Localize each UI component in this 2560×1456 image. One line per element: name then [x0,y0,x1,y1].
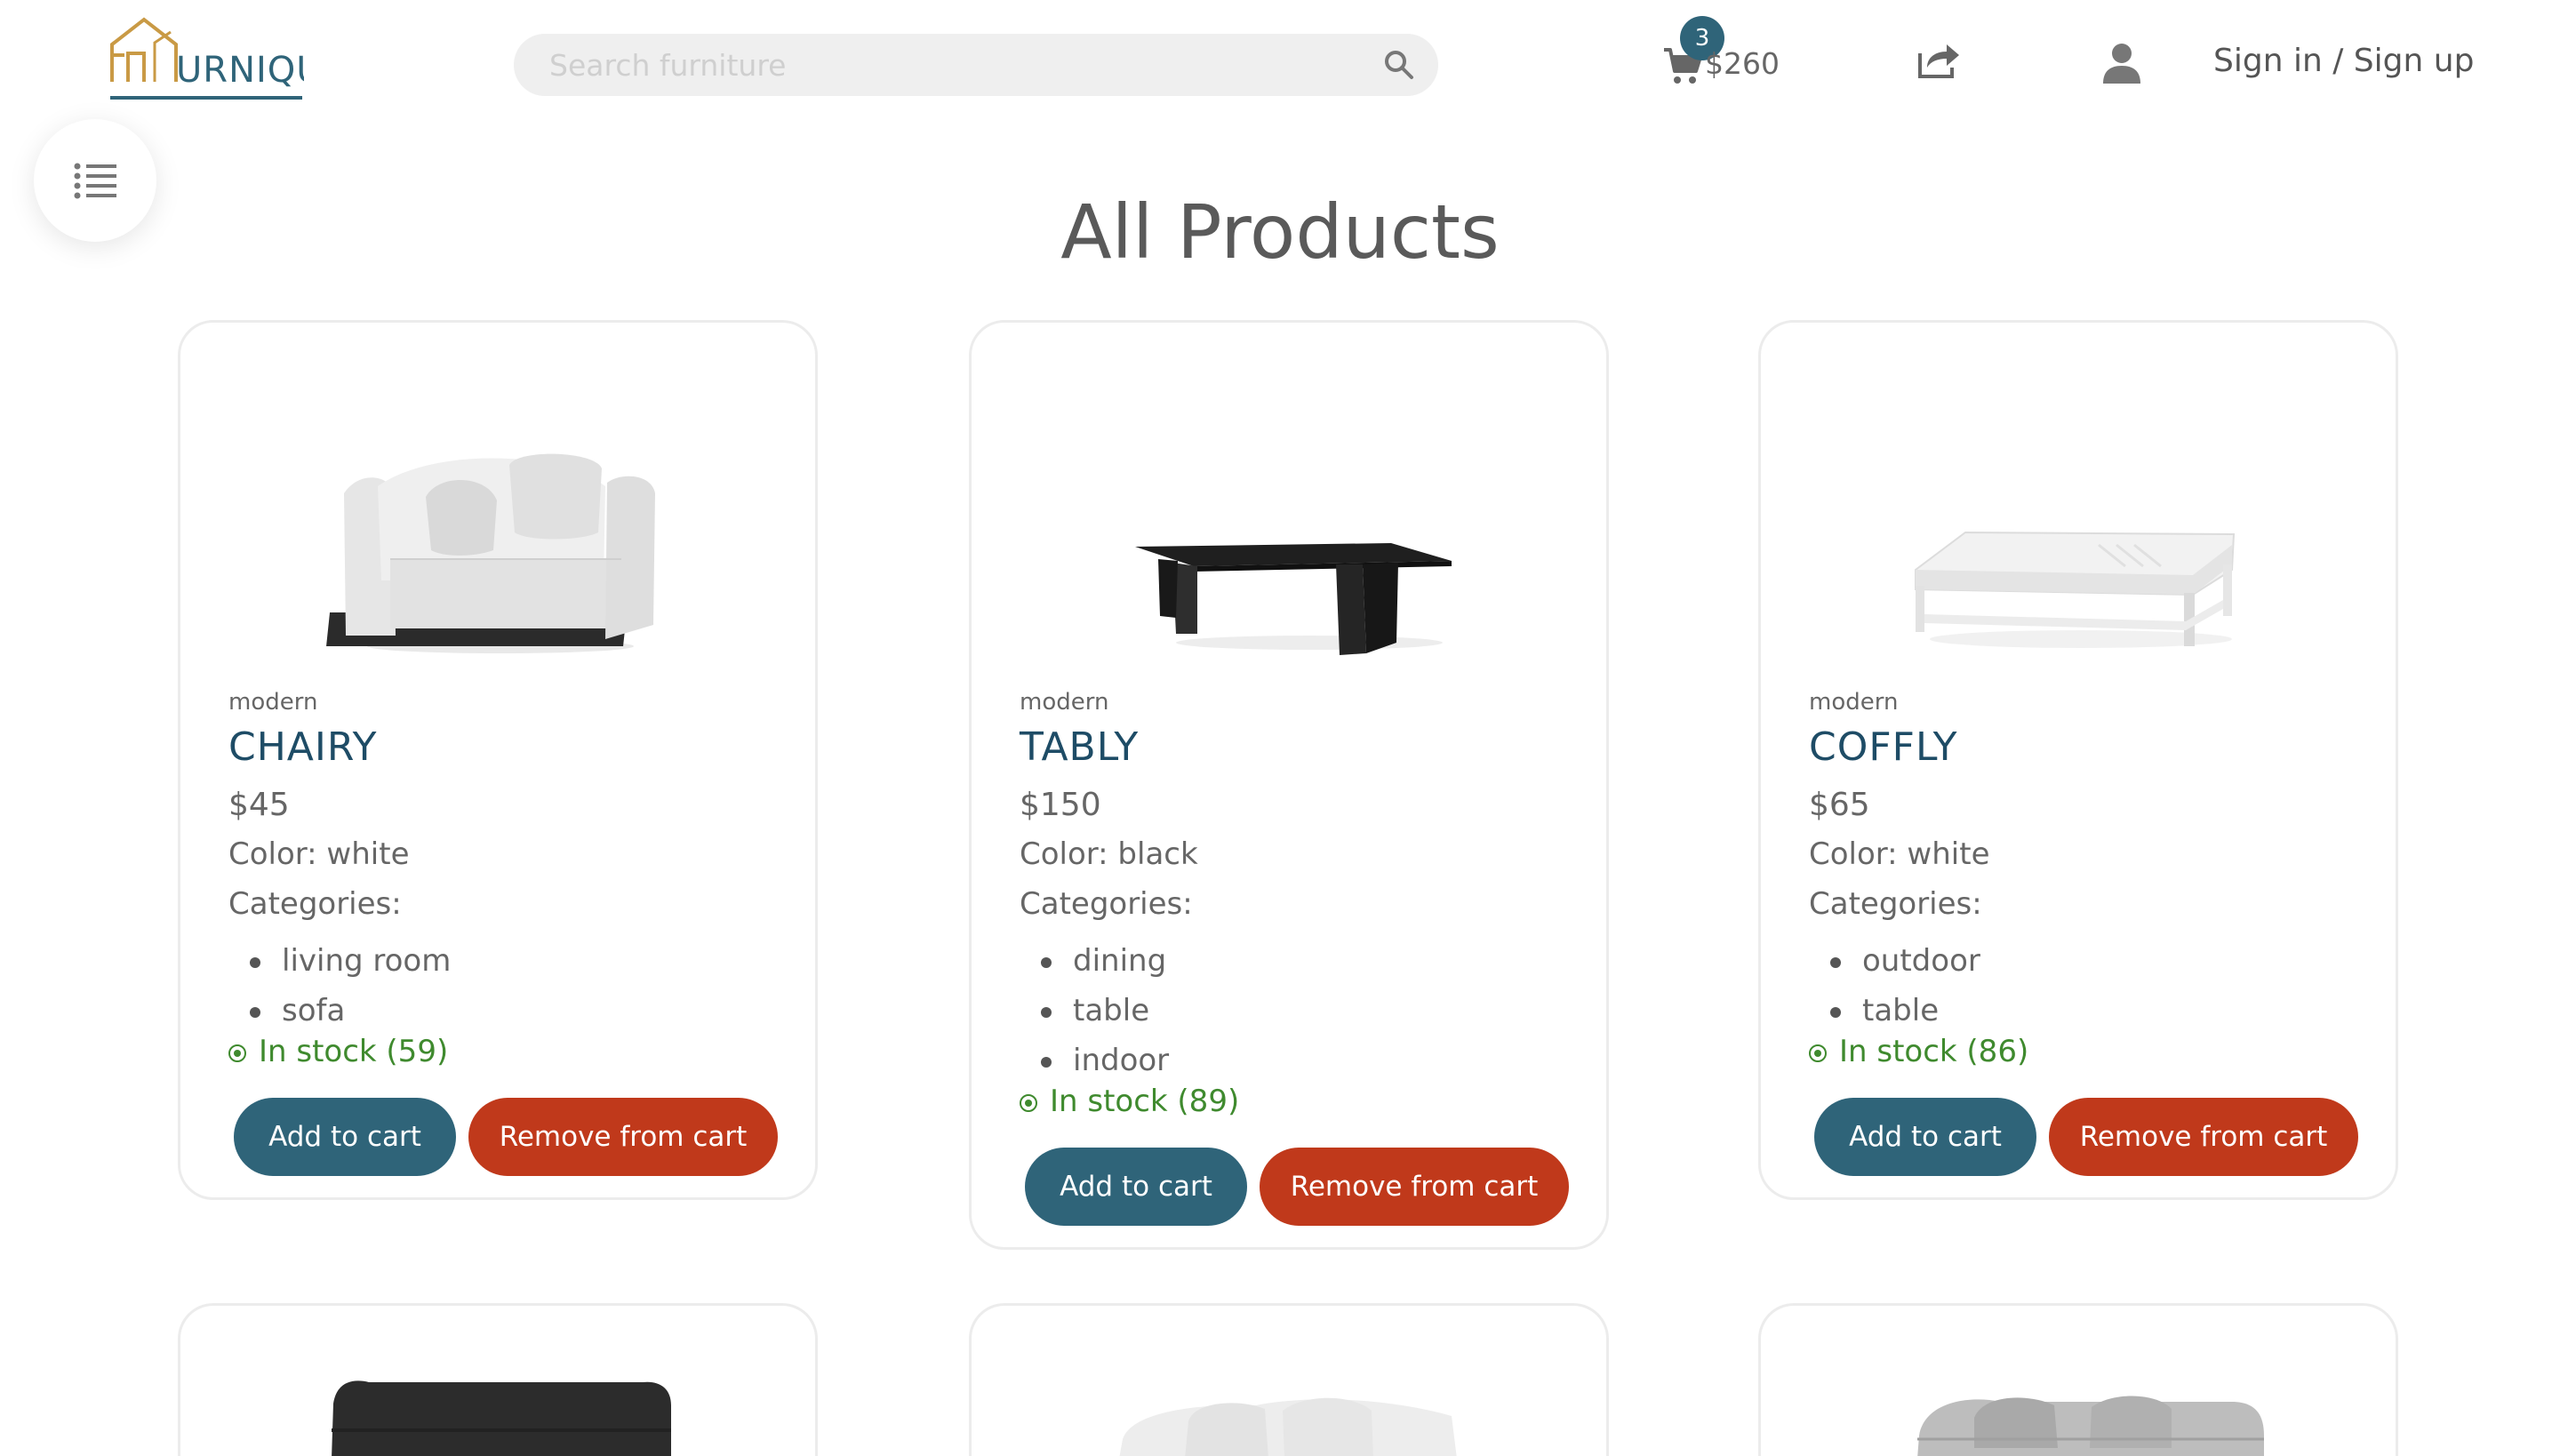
category-list: outdoor table [1809,936,1980,1036]
brand-logo[interactable]: URNIQUE [108,12,346,105]
category-item: sofa [228,986,451,1036]
product-price: $150 [1020,787,1101,823]
product-card [178,1303,818,1456]
product-name[interactable]: TABLY [1020,724,1139,770]
category-list: dining table indoor [1020,936,1169,1085]
product-card: modern TABLY $150 Color: black Categorie… [969,320,1609,1250]
stock-text: In stock (59) [259,1034,449,1069]
category-item: dining [1020,936,1169,986]
remove-from-cart-button[interactable]: Remove from cart [2049,1098,2358,1176]
product-color: Color: black [1020,836,1198,872]
share-icon[interactable] [1916,39,1961,80]
categories-label: Categories: [228,886,402,922]
product-image [1917,1396,2264,1456]
categories-label: Categories: [1809,886,1982,922]
product-image [1135,543,1452,655]
stock-text: In stock (86) [1839,1034,2029,1069]
product-image [1119,1397,1457,1456]
add-to-cart-button[interactable]: Add to cart [1814,1098,2036,1176]
product-name[interactable]: COFFLY [1809,724,1958,770]
category-item: table [1809,986,1980,1036]
category-item: living room [228,936,451,986]
stock-text: In stock (89) [1050,1084,1240,1119]
stock-status: In stock (89) [1020,1084,1239,1119]
product-image [332,1380,671,1456]
in-stock-icon [228,1044,246,1062]
svg-text:URNIQUE: URNIQUE [176,50,304,91]
remove-from-cart-button[interactable]: Remove from cart [468,1098,778,1176]
category-item: indoor [1020,1036,1169,1085]
page-title: All Products [1060,188,1500,276]
product-color: Color: white [1809,836,1990,872]
search-bar[interactable] [514,34,1438,96]
user-icon[interactable] [2101,41,2142,85]
in-stock-icon [1020,1094,1037,1112]
product-style: modern [1809,689,1899,716]
category-item: table [1020,986,1169,1036]
in-stock-icon [1809,1044,1827,1062]
stock-status: In stock (86) [1809,1034,2028,1069]
product-name[interactable]: CHAIRY [228,724,378,770]
category-item: outdoor [1809,936,1980,986]
product-image [326,453,655,653]
product-card [969,1303,1609,1456]
categories-label: Categories: [1020,886,1193,922]
category-list: living room sofa [228,936,451,1036]
add-to-cart-button[interactable]: Add to cart [234,1098,456,1176]
cart-total: $260 [1705,46,1780,81]
product-style: modern [228,689,318,716]
product-card: modern CHAIRY $45 Color: white Categorie… [178,320,818,1200]
product-price: $45 [228,787,290,823]
cart-button[interactable]: 3 $260 [1662,16,1804,91]
product-card: modern COFFLY $65 Color: white Categorie… [1758,320,2398,1200]
product-color: Color: white [228,836,410,872]
product-style: modern [1020,689,1109,716]
stock-status: In stock (59) [228,1034,448,1069]
add-to-cart-button[interactable]: Add to cart [1025,1148,1247,1226]
remove-from-cart-button[interactable]: Remove from cart [1260,1148,1569,1226]
product-price: $65 [1809,787,1870,823]
signin-link[interactable]: Sign in / Sign up [2213,43,2474,79]
search-input[interactable] [549,34,1349,96]
product-image [1915,531,2236,648]
search-icon[interactable] [1383,49,1415,81]
product-card [1758,1303,2398,1456]
